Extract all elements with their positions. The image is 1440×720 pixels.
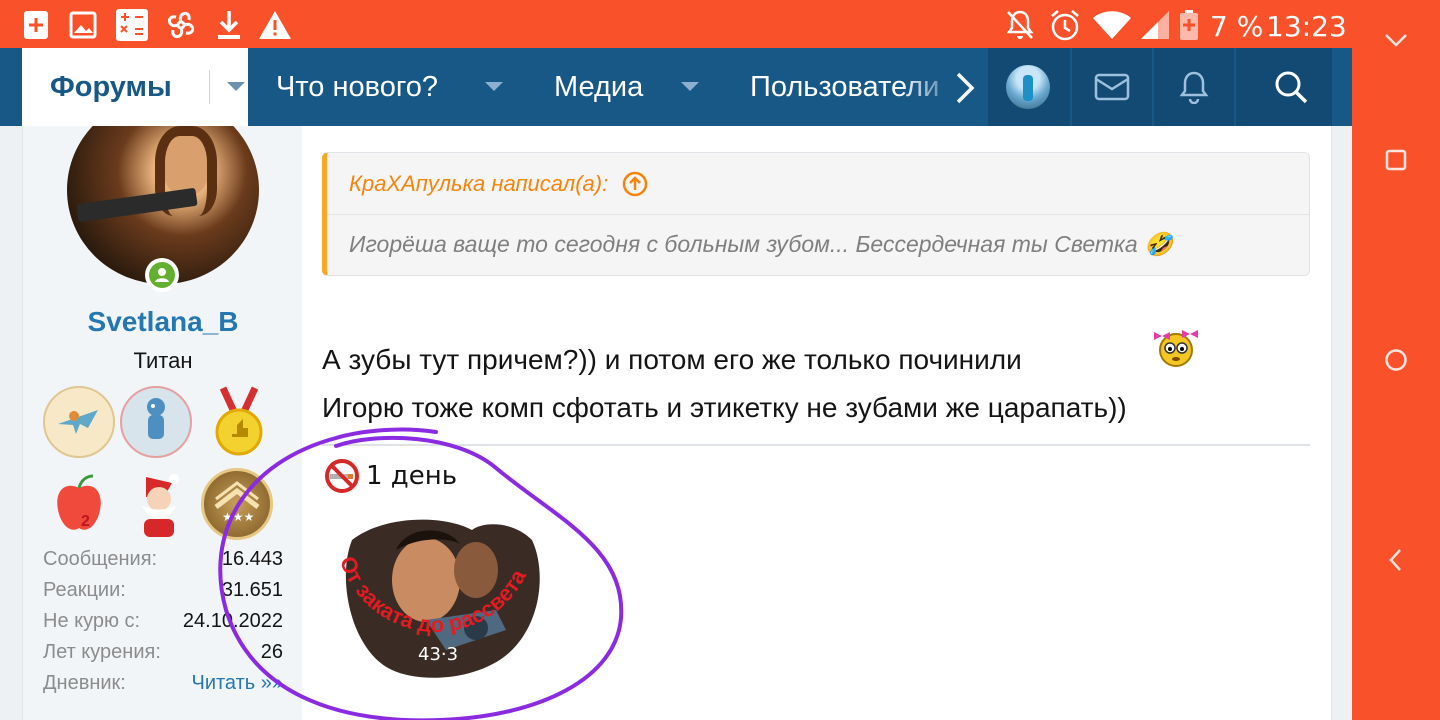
chevron-down-icon[interactable]: [681, 82, 699, 91]
username-link[interactable]: Svetlana_B: [23, 306, 303, 338]
avatar-weapon: [76, 187, 198, 223]
online-status-icon: [145, 258, 179, 292]
tab-whats-new[interactable]: Что нового?: [276, 48, 438, 126]
alarm-icon: [1048, 8, 1082, 42]
chevron-right-icon[interactable]: [948, 68, 982, 108]
apple-2-award[interactable]: 2: [43, 468, 115, 540]
home-icon[interactable]: [1380, 344, 1412, 376]
add-box-icon: [22, 8, 50, 42]
battery-percent: 7 %: [1210, 10, 1264, 43]
quote-header[interactable]: КраХАпулька написал(а):: [327, 153, 1309, 215]
navigation-rail: [1352, 0, 1440, 720]
divider: [1152, 48, 1154, 126]
santa-award[interactable]: [123, 468, 195, 540]
quote-block: КраХАпулька написал(а): Игорёша ваще то …: [322, 152, 1310, 276]
battery-icon: [1178, 8, 1200, 42]
pinwheel-icon: [164, 8, 198, 42]
smiley-icon: [1148, 324, 1204, 370]
calculator-icon: [114, 8, 150, 42]
chevron-down-icon[interactable]: [1380, 24, 1412, 56]
user-title: Титан: [133, 348, 193, 373]
notifications-off-icon: [1004, 8, 1036, 42]
tab-separator: [209, 70, 210, 104]
bell-icon[interactable]: [1178, 70, 1210, 105]
tab-media-label: Медиа: [554, 70, 644, 103]
tab-forums-label: Форумы: [50, 70, 172, 103]
stat-label: Сообщения:: [43, 548, 158, 570]
forum-header: Форумы Что нового? Медиа Пользователи: [0, 48, 1352, 126]
divider: [1070, 48, 1072, 126]
tab-whats-new-label: Что нового?: [276, 70, 439, 103]
recents-icon[interactable]: [1380, 144, 1412, 176]
user-avatar[interactable]: [1006, 65, 1050, 109]
chevron-down-icon[interactable]: [227, 82, 245, 91]
divider: [1234, 48, 1236, 126]
message-line-1-text: А зубы тут причем?)) и потом его же толь…: [322, 344, 1022, 375]
quote-author[interactable]: КраХАпулька написал(а):: [349, 171, 608, 197]
tab-forums[interactable]: Форумы: [22, 48, 248, 126]
quote-text: Игорёша ваще то сегодня с больным зубом.…: [349, 231, 1173, 257]
avatar-figure: [1023, 75, 1033, 101]
download-icon: [214, 8, 244, 42]
search-icon[interactable]: [1272, 68, 1310, 106]
mail-icon[interactable]: [1094, 72, 1130, 102]
thread-content: Svetlana_B Титан 2 ★★★ Сообщения: 16.443…: [0, 126, 1352, 720]
message-line-1: А зубы тут причем?)) и потом его же толь…: [322, 330, 1312, 384]
plane-award[interactable]: [43, 386, 115, 458]
image-icon: [68, 8, 98, 42]
arrow-up-circle-icon[interactable]: [622, 171, 648, 197]
clock: 13:23: [1266, 10, 1347, 43]
stat-label: Реакции:: [43, 579, 126, 601]
svg-text:2: 2: [81, 513, 90, 530]
warning-icon: [258, 8, 292, 42]
figure-award[interactable]: [120, 386, 192, 458]
status-bar: 7 % 13:23: [0, 0, 1352, 48]
purple-circle-annotation: [218, 427, 624, 720]
signal-icon: [1140, 8, 1170, 42]
back-icon[interactable]: [1380, 544, 1412, 576]
chevron-down-icon[interactable]: [485, 82, 503, 91]
stat-label: Дневник:: [43, 672, 126, 694]
tab-media[interactable]: Медиа: [554, 48, 643, 126]
stat-label: Лет курения:: [43, 641, 161, 663]
wifi-icon: [1092, 8, 1132, 42]
stat-label: Не курю с:: [43, 610, 141, 632]
